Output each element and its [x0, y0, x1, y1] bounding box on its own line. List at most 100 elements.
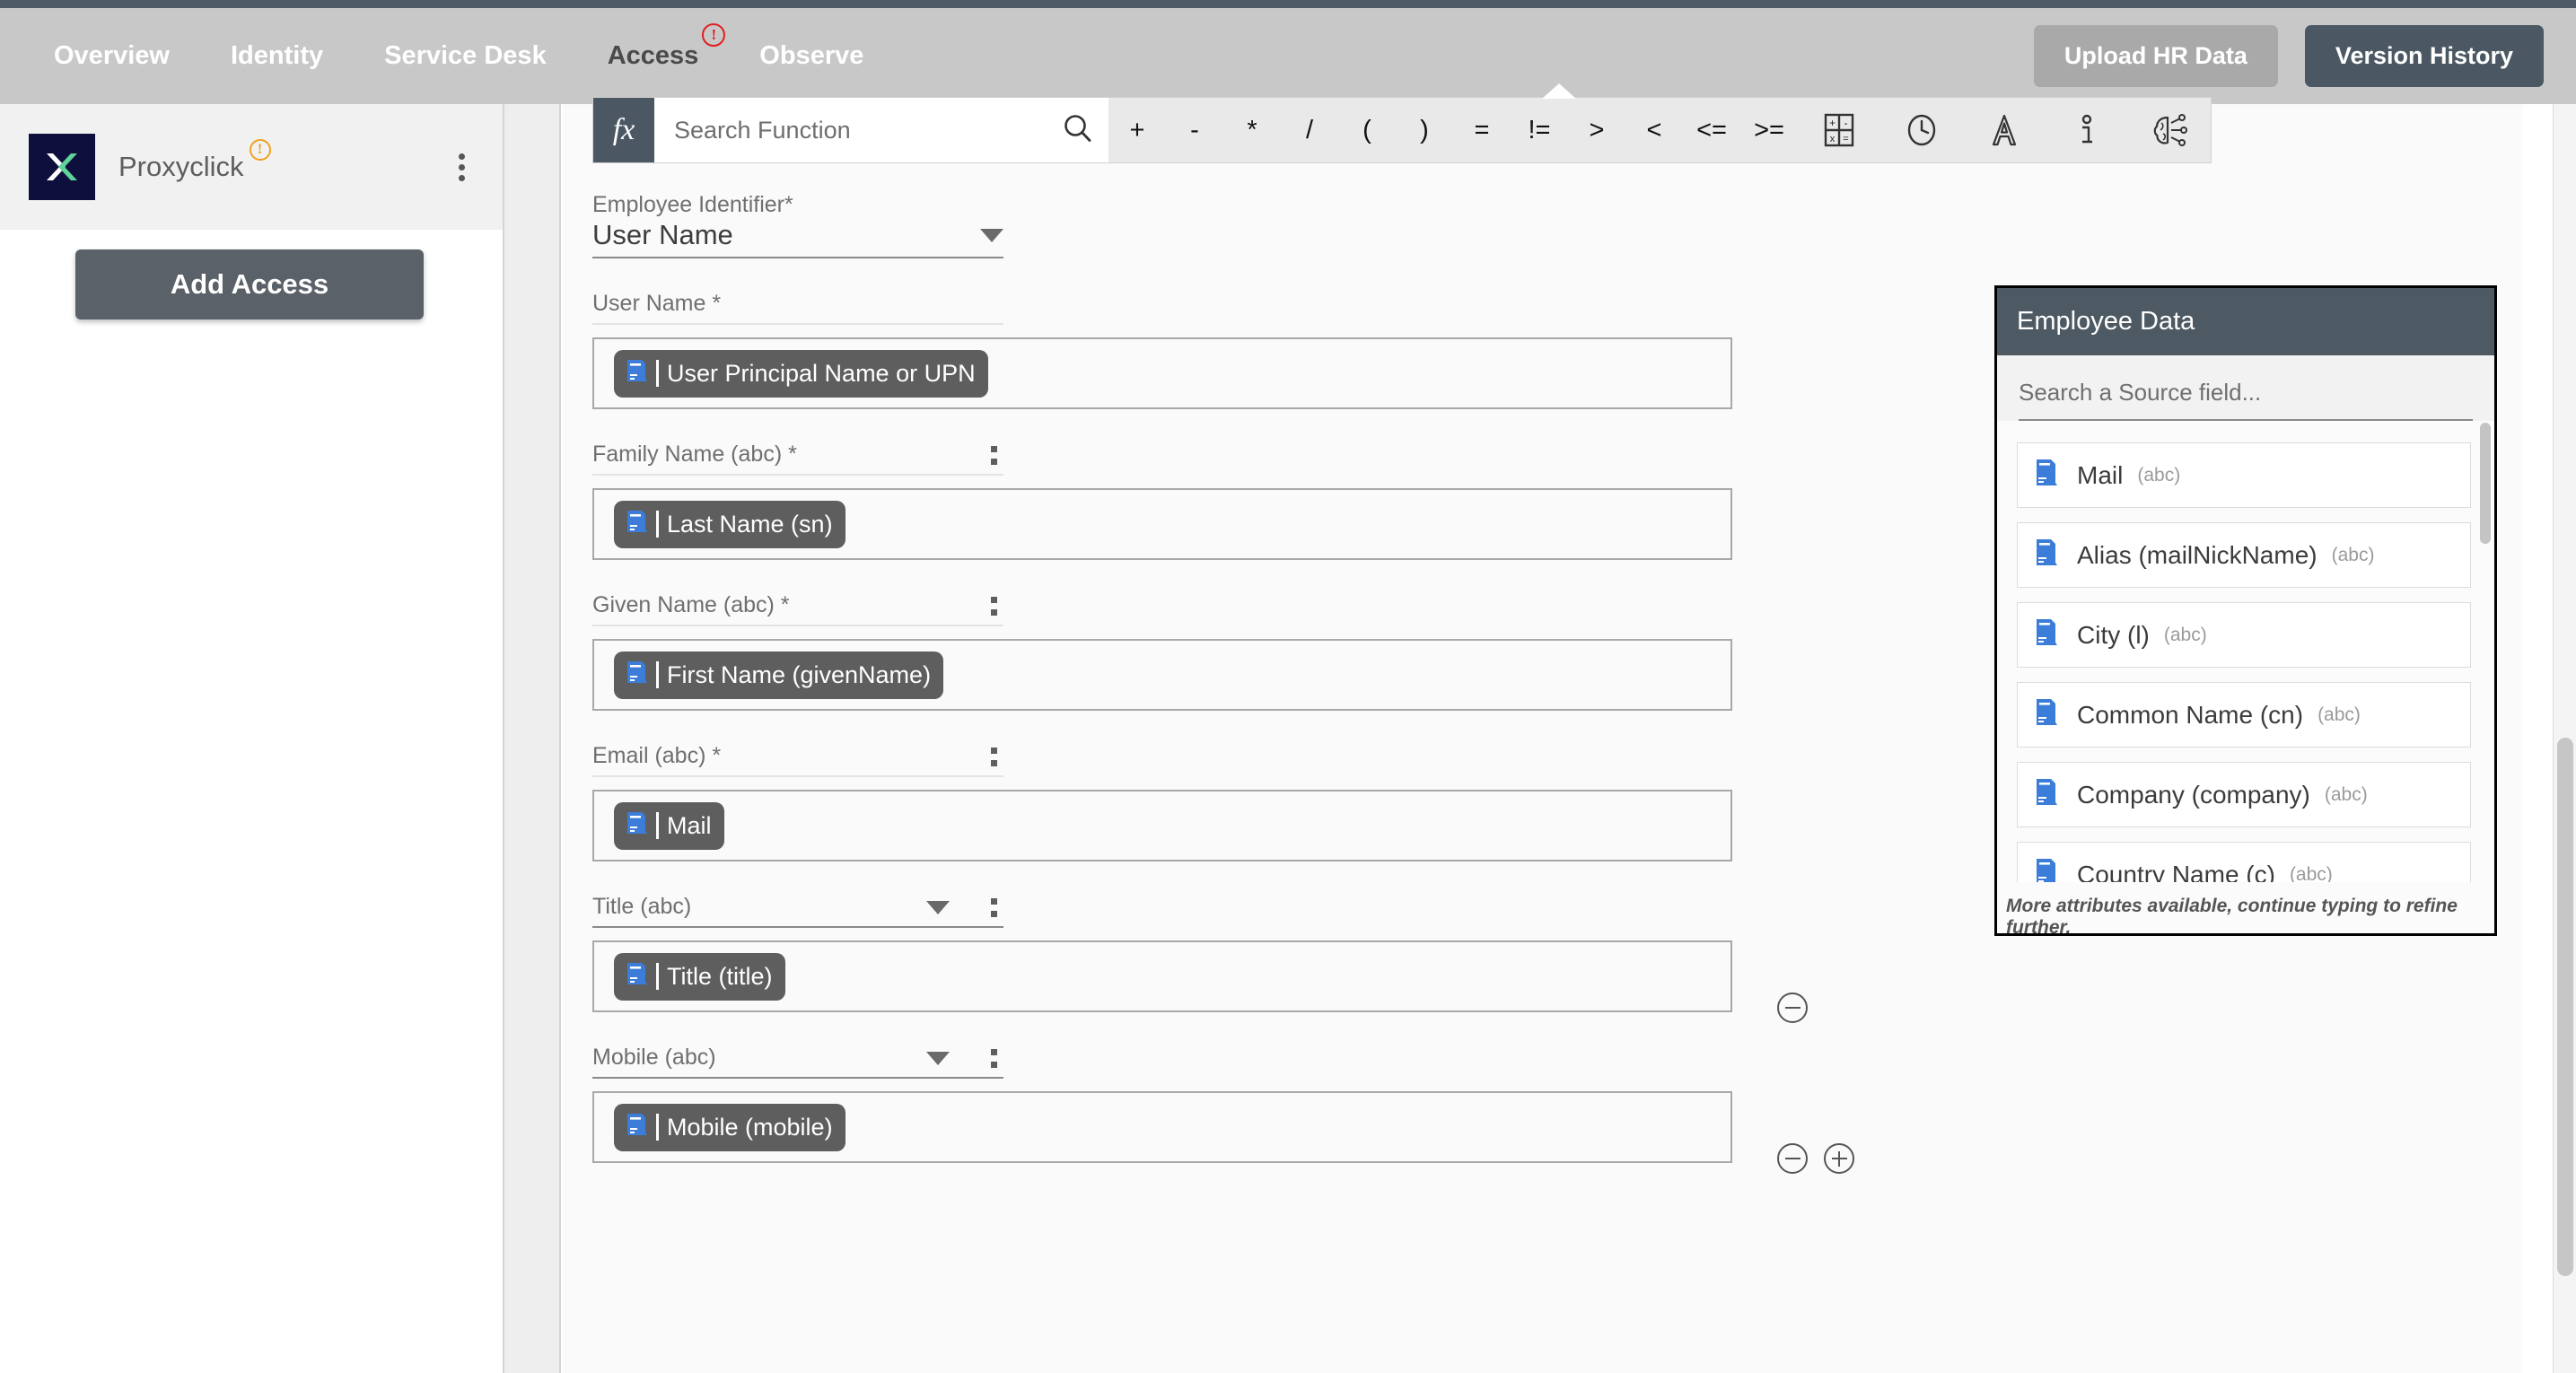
list-item[interactable]: Country Name (c) (abc) — [2017, 842, 2471, 882]
nav-item-identity[interactable]: Identity — [227, 36, 327, 76]
fx-button[interactable]: fx — [593, 98, 654, 162]
mobile-kebab-icon[interactable] — [984, 1045, 1004, 1071]
version-history-button[interactable]: Version History — [2304, 25, 2544, 87]
list-item-type: (abc) — [2289, 863, 2333, 883]
list-item[interactable]: Alias (mailNickName) (abc) — [2017, 522, 2471, 588]
page-scrollbar[interactable] — [2553, 104, 2576, 1373]
operator-less-than[interactable]: < — [1625, 98, 1683, 162]
attribute-icon — [624, 659, 651, 692]
remove-title-row-button[interactable] — [1777, 993, 1808, 1023]
operator-greater-equal[interactable]: >= — [1740, 98, 1798, 162]
chip-label: Title (title) — [667, 962, 773, 990]
operator-equals[interactable]: = — [1453, 98, 1511, 162]
family-name-kebab-icon[interactable] — [984, 442, 1004, 468]
mobile-chevron-down-icon[interactable] — [926, 1052, 950, 1065]
info-icon[interactable] — [2046, 98, 2128, 162]
nav-item-overview[interactable]: Overview — [50, 36, 173, 76]
app-card[interactable]: Proxyclick ! — [0, 104, 503, 230]
title-label-row: Title (abc) — [592, 892, 1003, 921]
token-chip[interactable]: Mail — [614, 801, 724, 850]
list-item[interactable]: City (l) (abc) — [2017, 602, 2471, 668]
clock-icon[interactable] — [1880, 98, 1963, 162]
nav-label-access: Access — [607, 41, 699, 70]
given-name-token-box[interactable]: First Name (givenName) — [592, 639, 1732, 711]
ai-brain-icon[interactable] — [2128, 98, 2211, 162]
operator-greater-than[interactable]: > — [1568, 98, 1625, 162]
list-item-type: (abc) — [2318, 704, 2361, 725]
chip-divider — [656, 661, 659, 688]
email-label: Email (abc) * — [592, 743, 722, 768]
page-scrollbar-thumb[interactable] — [2557, 738, 2573, 1276]
title-kebab-icon[interactable] — [984, 895, 1004, 921]
operator-divide[interactable]: / — [1281, 98, 1338, 162]
family-name-label-row: Family Name (abc) * — [592, 440, 1003, 468]
plus-circle-icon[interactable] — [1824, 1143, 1854, 1174]
operator-not-equals[interactable]: != — [1511, 98, 1568, 162]
upload-hr-data-button[interactable]: Upload HR Data — [2033, 25, 2278, 87]
email-token-box[interactable]: Mail — [592, 790, 1732, 861]
attribute-icon — [2034, 697, 2061, 732]
top-strip — [0, 0, 2576, 8]
operator-open-paren[interactable]: ( — [1338, 98, 1396, 162]
function-search-input[interactable] — [674, 116, 1055, 144]
employee-list-footer: More attributes available, continue typi… — [1997, 896, 2494, 938]
token-chip[interactable]: Title (title) — [614, 952, 785, 1001]
token-chip[interactable]: User Principal Name or UPN — [614, 349, 988, 398]
nav-item-access[interactable]: Access ! — [604, 23, 726, 76]
chevron-down-icon[interactable] — [980, 228, 1003, 242]
token-chip[interactable]: First Name (givenName) — [614, 651, 944, 699]
list-item[interactable]: Company (company) (abc) — [2017, 762, 2471, 827]
employee-data-header: Employee Data — [1997, 288, 2494, 355]
search-icon[interactable] — [1062, 112, 1094, 149]
svg-text:=: = — [1843, 134, 1848, 144]
title-chevron-down-icon[interactable] — [926, 901, 950, 914]
source-field-search-input[interactable] — [2019, 379, 2473, 421]
list-item[interactable]: Common Name (cn) (abc) — [2017, 682, 2471, 748]
employee-list-scrollbar[interactable] — [2480, 423, 2491, 882]
calculator-icon[interactable]: + - x = — [1798, 98, 1880, 162]
attribute-icon — [2034, 538, 2061, 573]
operator-less-equal[interactable]: <= — [1683, 98, 1740, 162]
email-kebab-icon[interactable] — [984, 744, 1004, 770]
user-name-label: User Name * — [592, 291, 722, 316]
kebab-dot — [459, 174, 465, 181]
token-chip[interactable]: Last Name (sn) — [614, 500, 846, 548]
operator-multiply[interactable]: * — [1223, 98, 1281, 162]
family-name-token-box[interactable]: Last Name (sn) — [592, 488, 1732, 560]
chip-divider — [656, 1114, 659, 1141]
list-item[interactable]: Mail (abc) — [2017, 442, 2471, 508]
operator-close-paren[interactable]: ) — [1396, 98, 1453, 162]
nav-item-observe[interactable]: Observe — [756, 36, 867, 76]
chip-label: Mail — [667, 811, 712, 839]
main-right-gap — [2513, 104, 2522, 1373]
kebab-dot — [459, 153, 465, 160]
employee-identifier-select[interactable]: User Name — [592, 219, 1003, 258]
operator-plus[interactable]: + — [1108, 98, 1166, 162]
minus-circle-icon[interactable] — [1777, 993, 1808, 1023]
remove-mobile-row-button[interactable] — [1777, 1143, 1808, 1174]
user-name-token-box[interactable]: User Principal Name or UPN — [592, 337, 1732, 409]
operator-minus[interactable]: - — [1166, 98, 1223, 162]
source-field-list[interactable]: Mail (abc) Alias (mailNickName) (abc) Ci… — [1997, 432, 2494, 882]
add-row-button[interactable] — [1824, 1143, 1854, 1174]
mobile-token-box[interactable]: Mobile (mobile) — [592, 1091, 1732, 1163]
attribute-icon — [624, 809, 651, 843]
token-chip[interactable]: Mobile (mobile) — [614, 1103, 846, 1151]
mobile-underline — [592, 1077, 1003, 1079]
title-token-box[interactable]: Title (title) — [592, 940, 1732, 1012]
add-access-button[interactable]: Add Access — [75, 249, 424, 319]
attribute-icon — [624, 1111, 651, 1144]
app-options-kebab-icon[interactable] — [450, 144, 474, 190]
scrollbar-thumb[interactable] — [2480, 423, 2491, 544]
minus-circle-icon[interactable] — [1777, 1143, 1808, 1174]
list-item-name: Common Name (cn) — [2077, 700, 2304, 729]
text-icon[interactable] — [1963, 98, 2046, 162]
toolbar-pointer-caret — [1542, 83, 1576, 99]
title-underline — [592, 926, 1003, 928]
svg-text:-: - — [1844, 117, 1848, 129]
given-name-kebab-icon[interactable] — [984, 593, 1004, 619]
toolbar-icon-group: + - x = — [1798, 98, 2211, 162]
mobile-label-row: Mobile (abc) — [592, 1043, 1003, 1071]
attribute-icon — [2034, 777, 2061, 812]
nav-item-service-desk[interactable]: Service Desk — [381, 36, 550, 76]
